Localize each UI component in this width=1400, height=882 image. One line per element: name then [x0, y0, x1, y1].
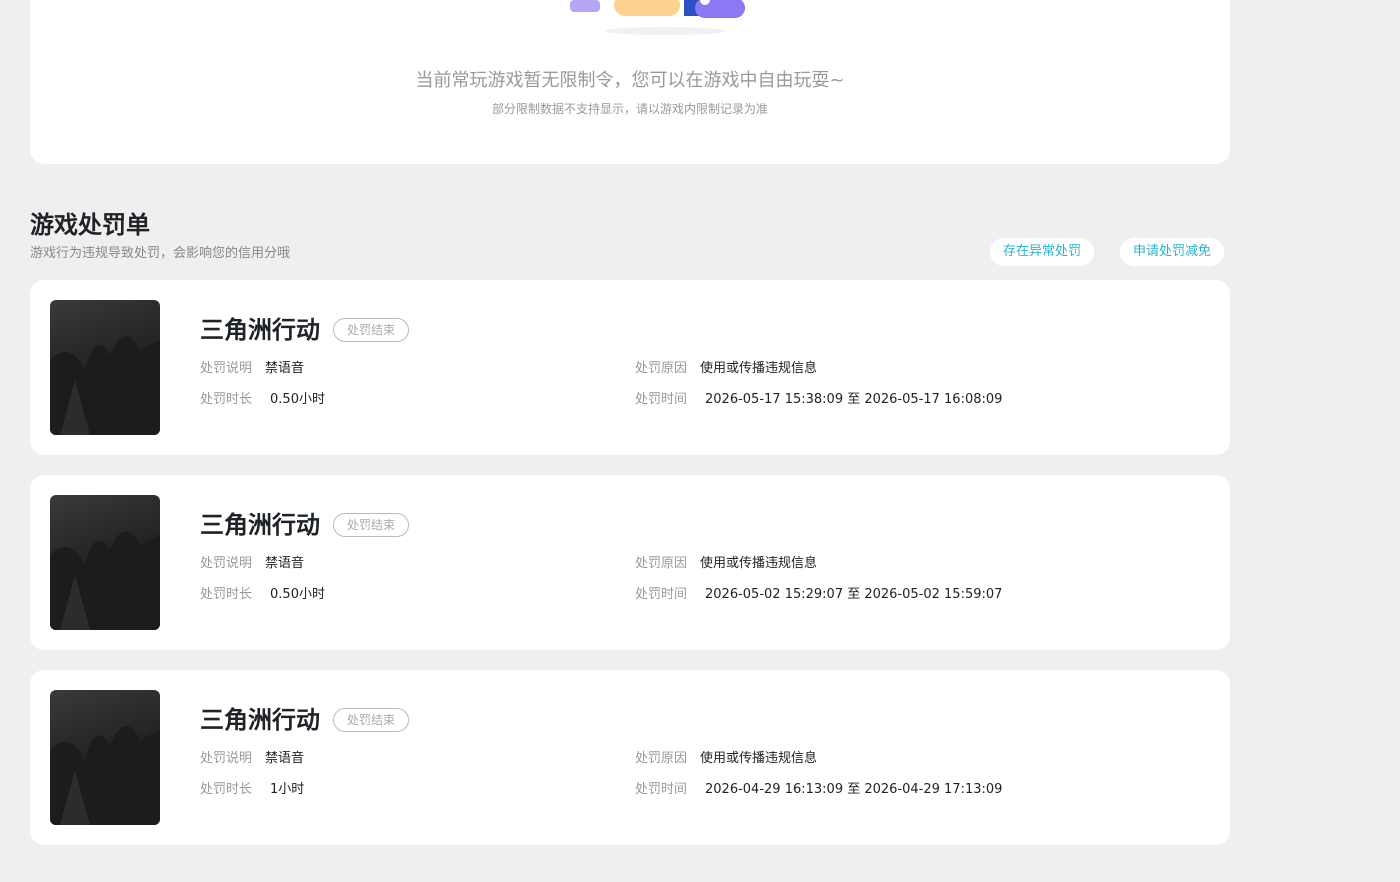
game-cover-image: [50, 300, 160, 435]
penalty-desc-row: 处罚说明 禁语音: [200, 750, 304, 768]
penalty-reason-label: 处罚原因: [635, 556, 688, 571]
game-name: 三角洲行动: [200, 511, 320, 539]
penalty-reason-value: 使用或传播违规信息: [700, 751, 818, 766]
penalty-duration-value: 1小时: [270, 782, 305, 797]
section-title: 游戏处罚单: [30, 211, 150, 239]
penalty-duration-value: 0.50小时: [270, 587, 325, 602]
cover-art-icon: [50, 336, 160, 435]
game-cover-image: [50, 495, 160, 630]
game-cover-image: [50, 690, 160, 825]
penalty-time-value: 2026-05-02 15:29:07 至 2026-05-02 15:59:0…: [705, 587, 1003, 602]
penalty-duration-row: 处罚时长 0.50小时: [200, 586, 325, 604]
game-name: 三角洲行动: [200, 316, 320, 344]
penalty-desc-value: 禁语音: [265, 751, 305, 766]
abnormal-penalty-button[interactable]: 存在异常处罚: [990, 238, 1095, 266]
empty-state-illustration-icon: [570, 0, 745, 35]
penalty-card: 三角洲行动 处罚结束 处罚说明 禁语音 处罚时长 0.50小时 处罚原因 使用或传播违…: [30, 475, 1230, 650]
penalty-reason-row: 处罚原因 使用或传播违规信息: [635, 750, 817, 768]
penalty-reason-value: 使用或传播违规信息: [700, 361, 818, 376]
penalty-duration-label: 处罚时长: [200, 782, 253, 797]
section-subtitle: 游戏行为违规导致处罚，会影响您的信用分哦: [30, 246, 291, 261]
cover-art-icon: [50, 726, 160, 825]
penalty-time-label: 处罚时间: [635, 392, 688, 407]
penalty-time-row: 处罚时间 2026-05-02 15:29:07 至 2026-05-02 15:…: [635, 586, 1002, 604]
penalty-time-label: 处罚时间: [635, 782, 688, 797]
penalty-desc-row: 处罚说明 禁语音: [200, 555, 304, 573]
game-name: 三角洲行动: [200, 706, 320, 734]
restriction-card: 当前常玩游戏暂无限制令，您可以在游戏中自由玩耍~ 部分限制数据不支持显示，请以游…: [30, 0, 1230, 164]
penalty-time-row: 处罚时间 2026-04-29 16:13:09 至 2026-04-29 17:…: [635, 781, 1002, 799]
penalty-desc-label: 处罚说明: [200, 556, 253, 571]
penalty-reason-row: 处罚原因 使用或传播违规信息: [635, 360, 817, 378]
penalty-reason-row: 处罚原因 使用或传播违规信息: [635, 555, 817, 573]
penalty-reason-label: 处罚原因: [635, 751, 688, 766]
penalty-duration-value: 0.50小时: [270, 392, 325, 407]
penalty-desc-label: 处罚说明: [200, 361, 253, 376]
penalty-reason-value: 使用或传播违规信息: [700, 556, 818, 571]
penalty-duration-label: 处罚时长: [200, 587, 253, 602]
penalty-desc-value: 禁语音: [265, 361, 305, 376]
penalty-card: 三角洲行动 处罚结束 处罚说明 禁语音 处罚时长 1小时 处罚原因 使用或传播违规信息…: [30, 670, 1230, 845]
status-badge: 处罚结束: [333, 708, 410, 732]
penalty-time-row: 处罚时间 2026-05-17 15:38:09 至 2026-05-17 16:…: [635, 391, 1002, 409]
penalty-duration-label: 处罚时长: [200, 392, 253, 407]
penalty-reason-label: 处罚原因: [635, 361, 688, 376]
penalty-card: 三角洲行动 处罚结束 处罚说明 禁语音 处罚时长 0.50小时 处罚原因 使用或传播违…: [30, 280, 1230, 455]
page: 当前常玩游戏暂无限制令，您可以在游戏中自由玩耍~ 部分限制数据不支持显示，请以游…: [0, 0, 1400, 882]
penalty-duration-row: 处罚时长 0.50小时: [200, 391, 325, 409]
penalty-time-label: 处罚时间: [635, 587, 688, 602]
status-badge: 处罚结束: [333, 513, 410, 537]
restriction-message: 当前常玩游戏暂无限制令，您可以在游戏中自由玩耍~: [415, 70, 845, 91]
penalty-desc-value: 禁语音: [265, 556, 305, 571]
penalty-desc-label: 处罚说明: [200, 751, 253, 766]
penalty-duration-row: 处罚时长 1小时: [200, 781, 304, 799]
status-badge: 处罚结束: [333, 318, 410, 342]
penalty-time-value: 2026-05-17 15:38:09 至 2026-05-17 16:08:0…: [705, 392, 1003, 407]
cover-art-icon: [50, 531, 160, 630]
apply-reduction-button[interactable]: 申请处罚减免: [1120, 238, 1225, 266]
restriction-note: 部分限制数据不支持显示，请以游戏内限制记录为准: [491, 102, 768, 116]
penalty-desc-row: 处罚说明 禁语音: [200, 360, 304, 378]
penalty-time-value: 2026-04-29 16:13:09 至 2026-04-29 17:13:0…: [705, 782, 1003, 797]
